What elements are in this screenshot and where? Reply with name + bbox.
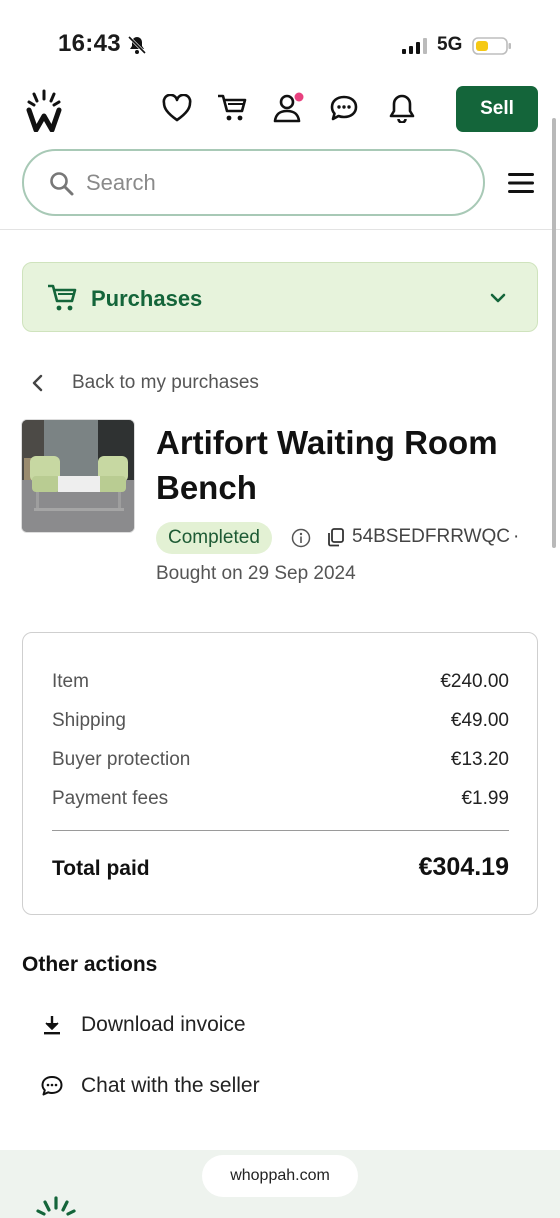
heart-icon[interactable] — [161, 92, 193, 124]
sell-button[interactable]: Sell — [456, 86, 538, 132]
notifications-icon[interactable] — [386, 92, 418, 124]
network-type: 5G — [437, 34, 463, 55]
scrollbar[interactable] — [552, 118, 556, 548]
search-input[interactable] — [86, 165, 466, 201]
summary-label: Shipping — [52, 710, 126, 731]
back-to-purchases-link[interactable]: Back to my purchases — [30, 368, 259, 398]
bought-date: Bought on 29 Sep 2024 — [156, 563, 356, 584]
download-icon — [44, 1016, 60, 1035]
summary-label: Buyer protection — [52, 749, 191, 770]
price-summary-card: Item €240.00 Shipping €49.00 Buyer prote… — [22, 632, 538, 915]
account-icon[interactable] — [272, 92, 304, 124]
separator-dot: · — [513, 526, 520, 547]
summary-value: €240.00 — [440, 671, 509, 692]
header: Sell — [0, 80, 560, 230]
product-title: Artifort Waiting Room Bench — [156, 424, 498, 506]
chevron-left-icon — [32, 374, 43, 392]
cart-icon[interactable] — [216, 92, 248, 124]
total-value: €304.19 — [418, 853, 509, 881]
battery-icon — [472, 37, 511, 55]
other-actions-heading: Other actions — [22, 953, 158, 976]
status-time: 16:43 — [58, 30, 121, 57]
summary-value: €1.99 — [461, 788, 509, 809]
summary-row-item: Item €240.00 — [52, 671, 509, 693]
download-invoice-button[interactable]: Download invoice — [40, 1008, 246, 1042]
chat-with-seller-button[interactable]: Chat with the seller — [40, 1069, 260, 1103]
chevron-down-icon — [490, 293, 506, 303]
cart-icon — [48, 284, 77, 311]
summary-row-buyer-protection: Buyer protection €13.20 — [52, 749, 509, 771]
bell-off-icon — [127, 35, 147, 55]
search-box[interactable] — [22, 149, 485, 216]
copy-icon[interactable] — [326, 527, 346, 547]
chat-with-seller-label: Chat with the seller — [81, 1074, 260, 1097]
summary-value: €49.00 — [450, 710, 509, 731]
summary-label: Payment fees — [52, 788, 169, 809]
total-label: Total paid — [52, 857, 150, 880]
info-icon[interactable] — [291, 528, 311, 548]
whoppah-logo[interactable] — [26, 88, 62, 132]
hamburger-menu-icon[interactable] — [508, 172, 534, 194]
status-badge: Completed — [156, 522, 272, 554]
purchases-dropdown[interactable]: Purchases — [22, 262, 538, 332]
url-bar[interactable]: whoppah.com — [202, 1155, 358, 1197]
download-invoice-label: Download invoice — [81, 1013, 246, 1036]
search-icon — [50, 172, 74, 196]
summary-divider — [52, 830, 509, 831]
purchases-label: Purchases — [91, 286, 203, 311]
summary-row-payment-fees: Payment fees €1.99 — [52, 788, 509, 810]
status-bar: 16:43 5G — [0, 0, 560, 80]
browser-footer: whoppah.com — [0, 1150, 560, 1218]
back-link-label: Back to my purchases — [72, 372, 259, 393]
chat-icon — [41, 1076, 63, 1096]
summary-total-row: Total paid €304.19 — [52, 853, 509, 882]
signal-icon — [402, 38, 427, 54]
summary-label: Item — [52, 671, 89, 692]
whoppah-footer-logo-icon — [36, 1196, 76, 1216]
chat-icon[interactable] — [328, 92, 360, 124]
product-image[interactable] — [21, 419, 135, 533]
order-id[interactable]: 54BSEDFRRWQC — [352, 526, 510, 548]
summary-value: €13.20 — [450, 749, 509, 770]
summary-row-shipping: Shipping €49.00 — [52, 710, 509, 732]
